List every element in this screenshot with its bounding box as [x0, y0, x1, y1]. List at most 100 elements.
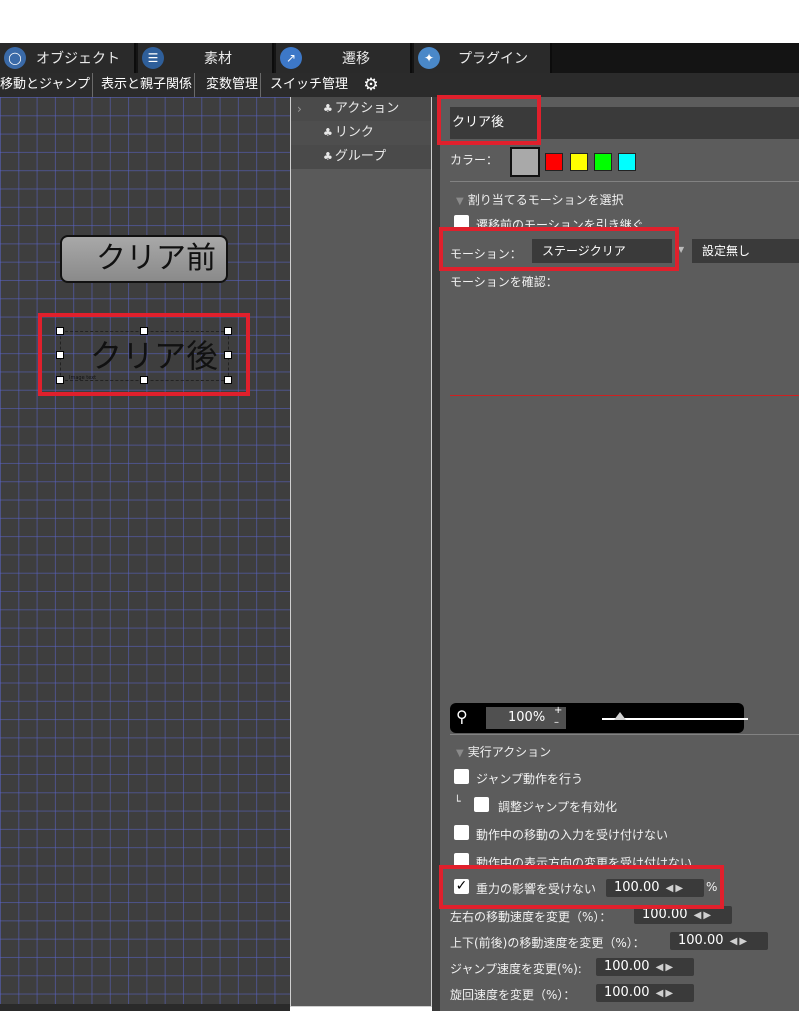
- subtab-move-jump[interactable]: 移動とジャンプ: [0, 73, 93, 97]
- canvas-scrollbar[interactable]: [0, 1004, 290, 1011]
- color-swatch-yellow[interactable]: [570, 153, 588, 171]
- resize-handle[interactable]: [224, 376, 232, 384]
- jump-speed-value: 100.00: [604, 959, 650, 974]
- resize-handle[interactable]: [140, 376, 148, 384]
- resize-handle[interactable]: [56, 351, 64, 359]
- horizontal-speed-input[interactable]: 100.00 ◀ ▶: [634, 906, 732, 924]
- vertical-speed-input[interactable]: 100.00 ◀ ▶: [670, 932, 768, 950]
- color-swatch-red[interactable]: [545, 153, 563, 171]
- gravity-value: 100.00: [614, 880, 660, 895]
- ignore-direction-change-label: 動作中の表示方向の変更を受け付けない: [476, 856, 693, 870]
- adjust-jump-label: 調整ジャンプを有効化: [498, 800, 618, 814]
- jump-action-label: ジャンプ動作を行う: [476, 772, 584, 786]
- divider: [450, 181, 799, 182]
- tab-plugin[interactable]: ✦ プラグイン: [414, 43, 552, 73]
- scene-canvas[interactable]: クリア前 Image text クリア後: [0, 97, 290, 1011]
- vertical-speed-label: 上下(前後)の移動速度を変更（%）：: [450, 936, 645, 950]
- arrow-right-icon[interactable]: ▶: [665, 962, 673, 973]
- arrow-right-icon[interactable]: ▶: [665, 988, 673, 999]
- jump-action-checkbox[interactable]: [454, 769, 469, 784]
- inherit-motion-label: 遷移前のモーションを引き継ぐ: [476, 218, 644, 232]
- child-indent-marker: └: [454, 795, 461, 808]
- tree-item-label: リンク: [334, 125, 374, 140]
- resize-handle[interactable]: [56, 327, 64, 335]
- tab-label: 素材: [204, 51, 232, 67]
- turn-speed-input[interactable]: 100.00 ◀ ▶: [596, 984, 694, 1002]
- divider: [450, 734, 799, 735]
- canvas-button-before-clear[interactable]: クリア前: [60, 235, 228, 283]
- color-label: カラー：: [450, 153, 499, 167]
- turn-speed-label: 旋回速度を変更（%）：: [450, 988, 576, 1002]
- tab-material[interactable]: ☰ 素材: [138, 43, 274, 73]
- ignore-move-input-checkbox[interactable]: [454, 825, 469, 840]
- jump-speed-label: ジャンプ速度を変更(%):: [450, 962, 582, 976]
- tree-item-label: アクション: [334, 101, 400, 116]
- collapse-triangle-icon: ▼: [456, 196, 464, 207]
- arrow-right-icon[interactable]: ▶: [703, 910, 711, 921]
- adjust-jump-checkbox[interactable]: [474, 797, 489, 812]
- resize-handle[interactable]: [224, 327, 232, 335]
- ignore-gravity-label: 重力の影響を受けない: [476, 882, 597, 896]
- ignore-move-input-label: 動作中の移動の入力を受け付けない: [476, 828, 669, 842]
- inherit-motion-checkbox[interactable]: [454, 215, 469, 230]
- object-name-input[interactable]: クリア後: [450, 107, 799, 139]
- canvas-button-after-label: クリア後: [89, 337, 218, 375]
- preview-ground-line: [450, 395, 799, 396]
- assign-motion-header[interactable]: ▼ 割り当てるモーションを選択: [456, 191, 623, 208]
- resize-handle[interactable]: [56, 376, 64, 384]
- ignore-direction-change-checkbox[interactable]: [454, 853, 469, 868]
- tab-object[interactable]: ◯ オブジェクト: [0, 43, 136, 73]
- canvas-button-after-clear[interactable]: Image text クリア後: [60, 331, 229, 381]
- motion-select-secondary[interactable]: 設定無し: [692, 239, 799, 263]
- assign-motion-header-label: 割り当てるモーションを選択: [467, 193, 624, 207]
- subtab-variables[interactable]: 変数管理: [204, 73, 262, 97]
- arrow-left-icon[interactable]: ◀: [694, 910, 702, 921]
- tab-label: プラグイン: [458, 51, 528, 67]
- transition-icon: ↗: [280, 47, 302, 69]
- gear-icon[interactable]: ⚙: [362, 76, 380, 94]
- color-swatch-green[interactable]: [594, 153, 612, 171]
- color-swatch-selected[interactable]: [510, 147, 540, 177]
- exec-action-header-label: 実行アクション: [467, 745, 552, 759]
- horizontal-speed-label: 左右の移動速度を変更（%）：: [450, 910, 612, 924]
- arrow-left-icon[interactable]: ◀: [656, 988, 664, 999]
- gravity-value-input[interactable]: 100.00 ◀ ▶: [606, 879, 704, 897]
- horizontal-speed-value: 100.00: [642, 907, 688, 922]
- subtab-switches[interactable]: スイッチ管理: [268, 73, 350, 97]
- panel-divider: [432, 97, 440, 1011]
- collapse-triangle-icon: ▼: [456, 748, 464, 759]
- top-tab-bar: ◯ オブジェクト ☰ 素材 ↗ 遷移 ✦ プラグイン: [0, 43, 799, 73]
- arrow-right-icon[interactable]: ▶: [739, 936, 747, 947]
- arrow-left-icon[interactable]: ◀: [656, 962, 664, 973]
- arrow-right-icon[interactable]: ▶: [675, 883, 683, 894]
- tree-item-group[interactable]: ♣ グループ: [291, 145, 431, 169]
- resize-handle[interactable]: [224, 351, 232, 359]
- node-icon: ♣: [323, 150, 333, 163]
- arrow-left-icon[interactable]: ◀: [666, 883, 674, 894]
- zoom-slider-thumb[interactable]: [614, 712, 626, 720]
- node-icon: ♣: [323, 126, 333, 139]
- tab-transition[interactable]: ↗ 遷移: [276, 43, 412, 73]
- motion-label: モーション：: [450, 247, 522, 261]
- tree-item-label: グループ: [334, 149, 387, 164]
- motion-select[interactable]: ステージクリア: [532, 239, 672, 263]
- resize-handle[interactable]: [140, 327, 148, 335]
- property-panel: クリア後 カラー： ▼ 割り当てるモーションを選択 遷移前のモーションを引き継ぐ …: [440, 97, 799, 1011]
- chevron-down-icon[interactable]: ▼: [678, 245, 684, 254]
- object-tree: › ♣ アクション ♣ リンク ♣ グループ: [290, 97, 432, 1007]
- tree-item-link[interactable]: ♣ リンク: [291, 121, 431, 145]
- cylinder-icon: ◯: [4, 47, 26, 69]
- zoom-stepper[interactable]: + –: [554, 705, 562, 729]
- subtab-display-parent[interactable]: 表示と親子関係: [99, 73, 196, 97]
- arrow-left-icon[interactable]: ◀: [730, 936, 738, 947]
- jump-speed-input[interactable]: 100.00 ◀ ▶: [596, 958, 694, 976]
- gravity-unit: %: [706, 880, 718, 894]
- tab-label: オブジェクト: [36, 51, 120, 67]
- confirm-motion-label: モーションを確認：: [450, 275, 558, 289]
- sub-tab-bar: 移動とジャンプ 表示と親子関係 変数管理 スイッチ管理 ⚙: [0, 73, 799, 97]
- color-swatch-cyan[interactable]: [618, 153, 636, 171]
- tree-item-action[interactable]: › ♣ アクション: [291, 97, 431, 121]
- node-icon: ♣: [323, 102, 333, 115]
- ignore-gravity-checkbox[interactable]: ✓: [454, 879, 469, 894]
- exec-action-header[interactable]: ▼ 実行アクション: [456, 743, 551, 760]
